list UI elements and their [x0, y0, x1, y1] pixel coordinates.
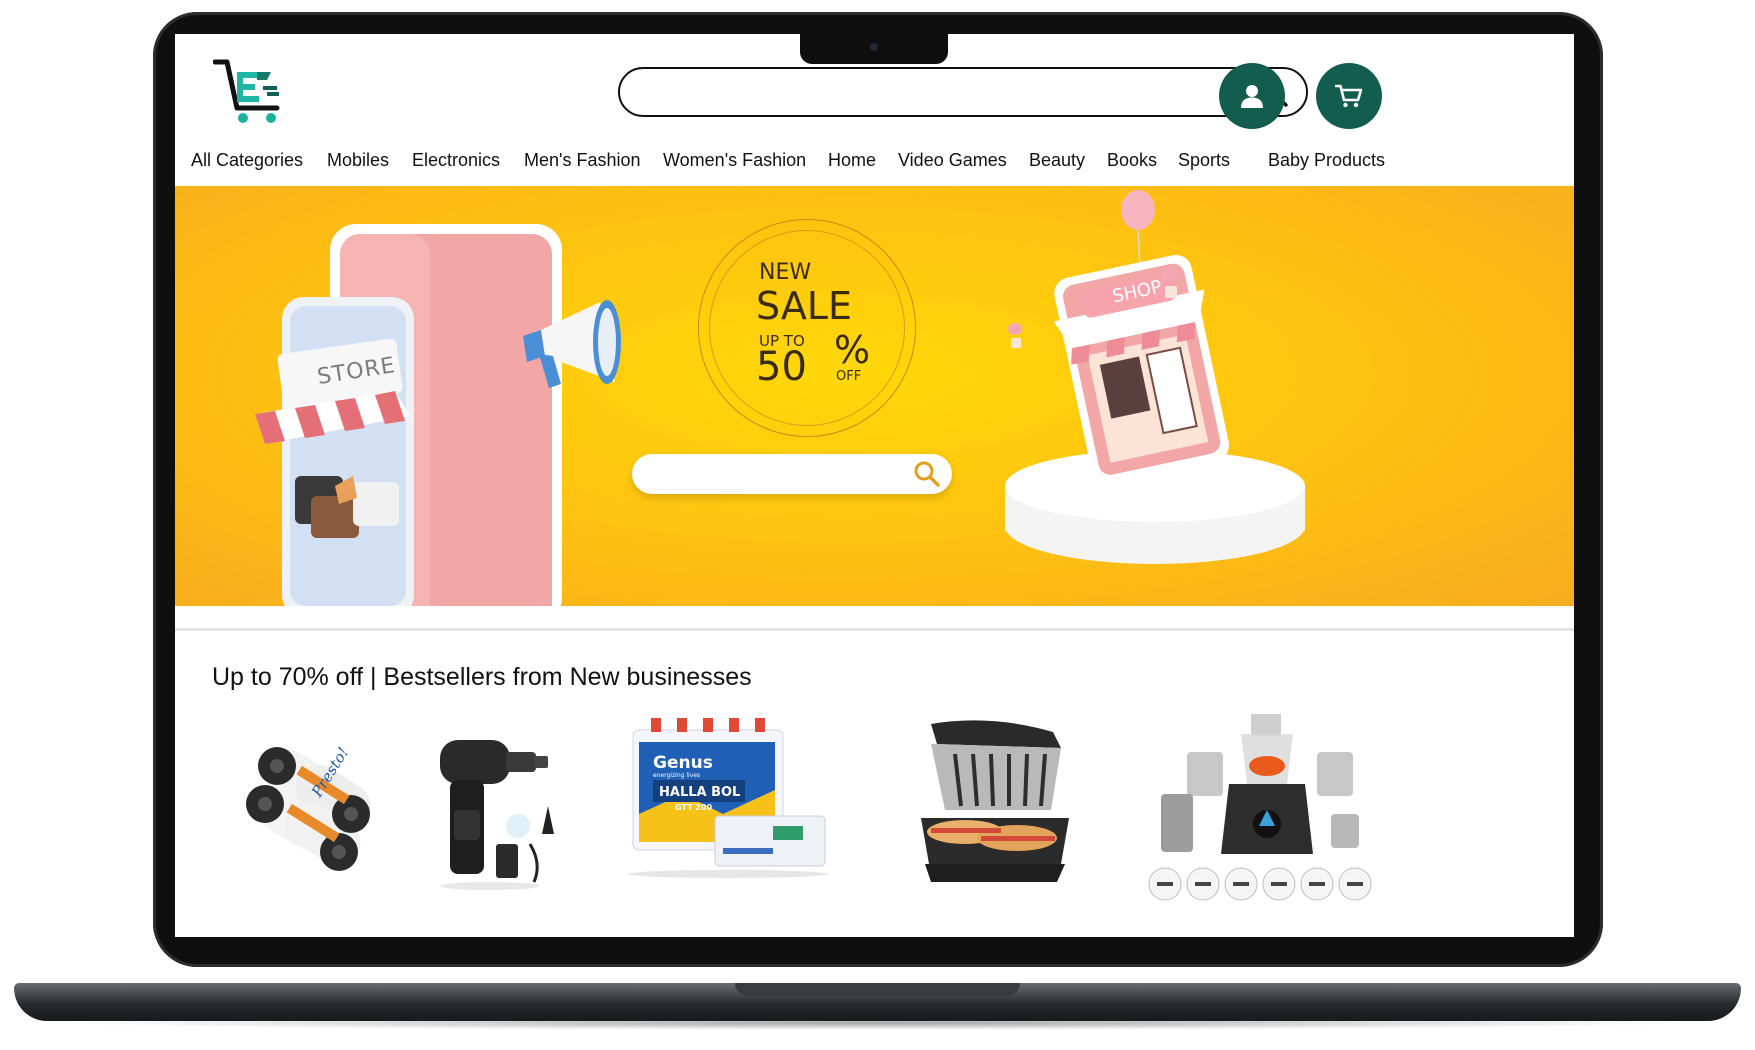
nav-item-womens-fashion[interactable]: Women's Fashion [663, 150, 806, 171]
sale-new-text: NEW [759, 260, 812, 285]
camera-notch [800, 34, 948, 64]
hero-banner[interactable]: STORE NEW SALE UP TO 50 % OFF SHOP [175, 186, 1574, 606]
product-garbage-bags[interactable]: Presto! [233, 714, 393, 924]
nav-item-baby-products[interactable]: Baby Products [1268, 150, 1385, 171]
cart-icon [1335, 84, 1363, 108]
product-sandwich-grill[interactable] [901, 714, 1081, 924]
cart-button[interactable] [1316, 63, 1382, 129]
bestsellers-title: Up to 70% off | Bestsellers from New bus… [212, 663, 752, 691]
user-icon [1241, 85, 1263, 108]
megaphone-icon [523, 300, 621, 388]
nav-item-sports[interactable]: Sports [1178, 150, 1230, 171]
sale-off-text: OFF [836, 369, 862, 384]
shopping-cart-letter-e-logo [212, 59, 280, 123]
mixer-grinder-product-image [1148, 714, 1372, 901]
search-bar [618, 67, 1308, 117]
air-blower-product-image [440, 740, 554, 890]
product-inverter-battery[interactable]: Genus energizing lives HALLA BOL GTT 200 [623, 714, 833, 924]
battery-model-code: GTT 200 [675, 803, 712, 812]
inverter-battery-product-image: Genus energizing lives HALLA BOL GTT 200 [628, 718, 828, 878]
search-icon [914, 461, 940, 487]
browser-screen: All Categories Mobiles Electronics Men's… [175, 34, 1574, 937]
section-divider [175, 628, 1574, 631]
battery-model-label: HALLA BOL [659, 785, 740, 800]
nav-item-electronics[interactable]: Electronics [412, 150, 500, 171]
product-mixer-grinder[interactable] [1143, 714, 1383, 924]
nav-item-mens-fashion[interactable]: Men's Fashion [524, 150, 641, 171]
site-logo[interactable] [212, 56, 293, 128]
nav-item-mobiles[interactable]: Mobiles [327, 150, 389, 171]
nav-item-books[interactable]: Books [1107, 150, 1157, 171]
camera-icon [870, 43, 878, 51]
category-nav: All Categories Mobiles Electronics Men's… [175, 150, 1574, 180]
sale-percent-sign: % [834, 328, 871, 372]
sale-percent-value: 50 [756, 344, 807, 390]
laptop-base-groove [735, 983, 1020, 996]
nav-item-beauty[interactable]: Beauty [1029, 150, 1085, 171]
shop-podium-illustration: SHOP [1005, 190, 1305, 564]
account-button[interactable] [1219, 63, 1285, 129]
product-air-blower[interactable] [430, 714, 570, 924]
nav-item-all-categories[interactable]: All Categories [191, 150, 303, 171]
sale-title: SALE [756, 284, 853, 328]
hero-search-illustration [632, 454, 952, 494]
battery-brand-label: Genus [653, 753, 713, 773]
garbage-bags-product-image: Presto! [246, 744, 371, 871]
sandwich-grill-product-image [921, 720, 1069, 882]
nav-item-home[interactable]: Home [828, 150, 876, 171]
search-input[interactable] [642, 77, 1246, 109]
battery-tagline-label: energizing lives [653, 772, 700, 779]
nav-item-video-games[interactable]: Video Games [898, 150, 1007, 171]
